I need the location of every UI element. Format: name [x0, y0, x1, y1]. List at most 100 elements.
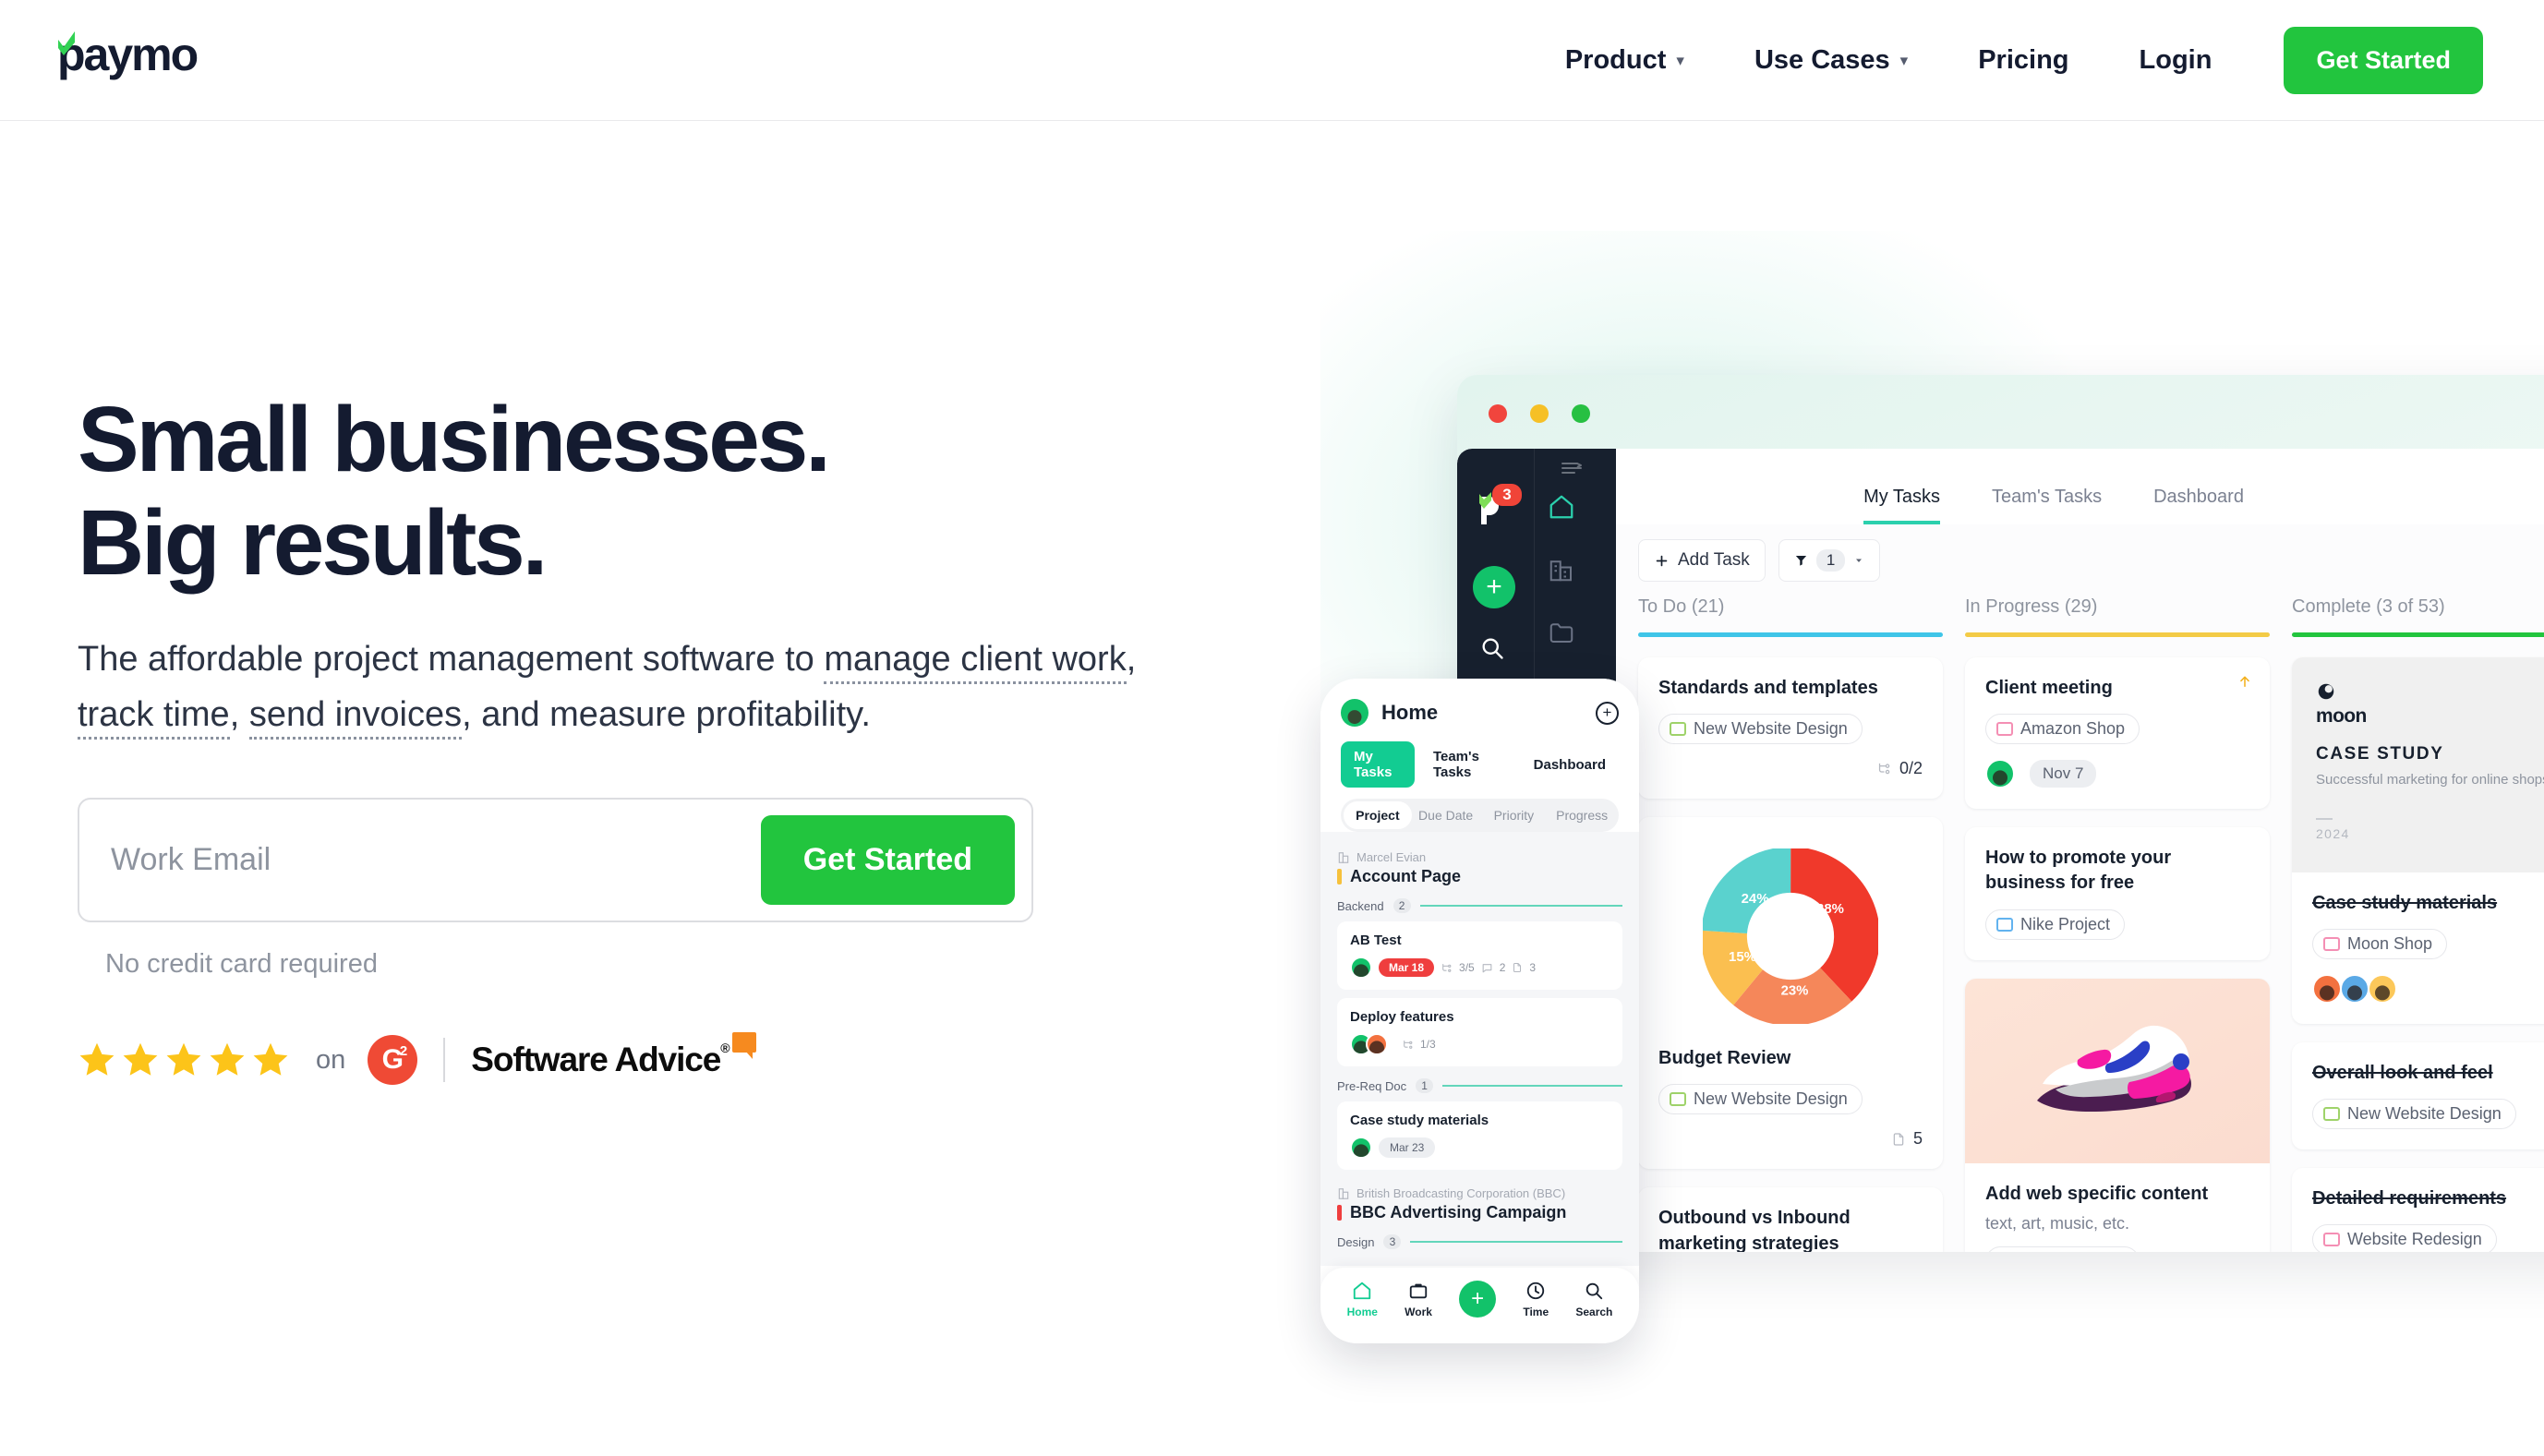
- task-card[interactable]: moon CASE STUDY Successful marketing for…: [2292, 657, 2544, 1024]
- tab-my-tasks[interactable]: My Tasks: [1341, 741, 1415, 788]
- software-advice-logo[interactable]: Software Advice ®: [471, 1032, 757, 1079]
- avatar[interactable]: [1350, 1137, 1372, 1159]
- task-card[interactable]: Client meeting Amazon Shop Nov 7: [1965, 657, 2270, 810]
- notification-badge[interactable]: 3: [1492, 484, 1522, 506]
- nav-add[interactable]: +: [1459, 1281, 1497, 1318]
- task-card[interactable]: Detailed requirements Website Redesign: [2292, 1168, 2544, 1252]
- home-icon[interactable]: [1548, 493, 1575, 521]
- task-card[interactable]: How to promote your business for free Ni…: [1965, 827, 2270, 960]
- link-track-time[interactable]: track time: [78, 695, 230, 740]
- project-tag[interactable]: Moon Shop: [2312, 928, 2448, 959]
- task-card[interactable]: Overall look and feel New Website Design: [2292, 1041, 2544, 1150]
- tab-dashboard[interactable]: Dashboard: [1521, 750, 1619, 780]
- filter-icon: [1795, 556, 1806, 566]
- segment-due-date[interactable]: Due Date: [1412, 801, 1480, 829]
- nav-item-product[interactable]: Product ▾: [1530, 45, 1719, 76]
- star-icon: [166, 1042, 201, 1076]
- task-card[interactable]: Outbound vs Inbound marketing strategies…: [1638, 1187, 1943, 1252]
- case-study-cover: moon CASE STUDY Successful marketing for…: [2292, 657, 2544, 872]
- segment-progress[interactable]: Progress: [1548, 801, 1616, 829]
- link-send-invoices[interactable]: send invoices: [248, 695, 463, 740]
- moon-icon: [2318, 683, 2334, 700]
- avatar[interactable]: [2340, 973, 2369, 1004]
- tab-teams-tasks[interactable]: Team's Tasks: [1992, 487, 2102, 524]
- form-get-started-button[interactable]: Get Started: [760, 815, 1015, 906]
- minimize-dot-icon[interactable]: [1530, 404, 1549, 423]
- folder-icon: [2323, 1107, 2340, 1122]
- column-rule: [1965, 632, 2270, 637]
- mobile-project-name-row[interactable]: Account Page: [1337, 867, 1622, 886]
- mobile-add-button[interactable]: +: [1596, 701, 1619, 725]
- subtask-count: 1/3: [1420, 1038, 1436, 1051]
- maximize-dot-icon[interactable]: [1572, 404, 1590, 423]
- email-field[interactable]: [79, 842, 761, 879]
- task-title: Add web specific content: [1985, 1183, 2209, 1204]
- avatar[interactable]: [2368, 973, 2397, 1004]
- project-tag[interactable]: New Website Design: [1658, 1084, 1863, 1115]
- project-tag[interactable]: Nike Project: [1985, 908, 2126, 940]
- star-icon: [210, 1042, 245, 1076]
- paymo-logo[interactable]: paymo: [57, 29, 199, 80]
- software-advice-label: Software Advice: [471, 1041, 721, 1079]
- logo-wordmark: paymo: [57, 29, 199, 80]
- avatar[interactable]: [1985, 759, 2015, 789]
- tab-my-tasks[interactable]: My Tasks: [1863, 487, 1941, 524]
- page-title: Small businesses. Big results.: [78, 388, 1167, 595]
- avatar[interactable]: [1366, 1033, 1388, 1055]
- task-card[interactable]: Standards and templates New Website Desi…: [1638, 657, 1943, 800]
- assignees: [1350, 1033, 1388, 1055]
- column-name: To Do: [1638, 596, 1687, 617]
- sub-mid-1: ,: [1126, 640, 1137, 679]
- header-get-started-button[interactable]: Get Started: [2284, 27, 2483, 94]
- avatar[interactable]: [2312, 973, 2342, 1004]
- star-rating: [78, 1041, 290, 1079]
- project-tag[interactable]: Amazon Shop: [1985, 1245, 2140, 1252]
- avatar[interactable]: [1341, 699, 1368, 727]
- plus-fab-icon[interactable]: +: [1459, 1281, 1497, 1318]
- search-icon[interactable]: [1479, 635, 1505, 661]
- project-tag[interactable]: Website Redesign: [2312, 1224, 2497, 1252]
- link-manage-client-work[interactable]: manage client work: [824, 640, 1127, 684]
- nav-item-pricing[interactable]: Pricing: [1943, 45, 2104, 76]
- mobile-task-card[interactable]: Case study materials Mar 23: [1337, 1101, 1622, 1170]
- task-title: Overall look and feel: [2312, 1062, 2493, 1083]
- nav-search[interactable]: Search: [1575, 1281, 1612, 1318]
- mobile-project-name-row[interactable]: BBC Advertising Campaign: [1337, 1203, 1622, 1222]
- g2-logo[interactable]: G 2: [368, 1035, 418, 1086]
- mobile-task-card[interactable]: Deploy features 1/3: [1337, 998, 1622, 1066]
- column-name: Complete: [2292, 596, 2371, 617]
- tab-dashboard[interactable]: Dashboard: [2153, 487, 2244, 524]
- buildings-icon[interactable]: [1548, 556, 1575, 584]
- nav-label: Work: [1405, 1305, 1432, 1318]
- nav-item-login[interactable]: Login: [2104, 45, 2248, 76]
- nav-home[interactable]: Home: [1347, 1281, 1378, 1318]
- nav-time[interactable]: Time: [1523, 1281, 1549, 1318]
- nav-work[interactable]: Work: [1405, 1281, 1432, 1318]
- collapse-sidebar-icon[interactable]: [1561, 461, 1585, 475]
- project-tag[interactable]: New Website Design: [2312, 1099, 2516, 1130]
- priority-bar-icon: [1337, 869, 1342, 884]
- task-card[interactable]: Add web specific content text, art, musi…: [1965, 978, 2270, 1252]
- add-task-button[interactable]: Add Task: [1638, 539, 1766, 582]
- segment-priority[interactable]: Priority: [1480, 801, 1549, 829]
- nav-item-use-cases[interactable]: Use Cases ▾: [1719, 45, 1943, 76]
- headline-line-2: Big results.: [78, 491, 548, 595]
- task-card[interactable]: 38% 23% 15% 24% Budget Review New Websit…: [1638, 817, 1943, 1170]
- assignees: [1350, 957, 1372, 979]
- file-count: 3: [1529, 961, 1537, 974]
- sidebar-add-button[interactable]: +: [1473, 566, 1515, 608]
- close-dot-icon[interactable]: [1489, 404, 1507, 423]
- project-tag-label: Amazon Shop: [2020, 719, 2126, 739]
- priority-bar-icon: [1337, 1205, 1342, 1221]
- tab-teams-tasks[interactable]: Team's Tasks: [1420, 741, 1515, 788]
- task-title: Case study materials: [2312, 892, 2498, 913]
- segment-project[interactable]: Project: [1344, 801, 1412, 829]
- folder-icon[interactable]: [1548, 619, 1575, 646]
- kanban-board: My Tasks Team's Tasks Dashboard Add Task…: [1616, 449, 2544, 1252]
- project-tag[interactable]: Amazon Shop: [1985, 714, 2140, 745]
- filter-button[interactable]: 1: [1778, 539, 1881, 582]
- ratings-row: on G 2 Software Advice ®: [78, 1032, 1167, 1086]
- avatar[interactable]: [1350, 957, 1372, 979]
- mobile-task-card[interactable]: AB Test Mar 18 3/5 2 3: [1337, 921, 1622, 990]
- project-tag[interactable]: New Website Design: [1658, 714, 1863, 745]
